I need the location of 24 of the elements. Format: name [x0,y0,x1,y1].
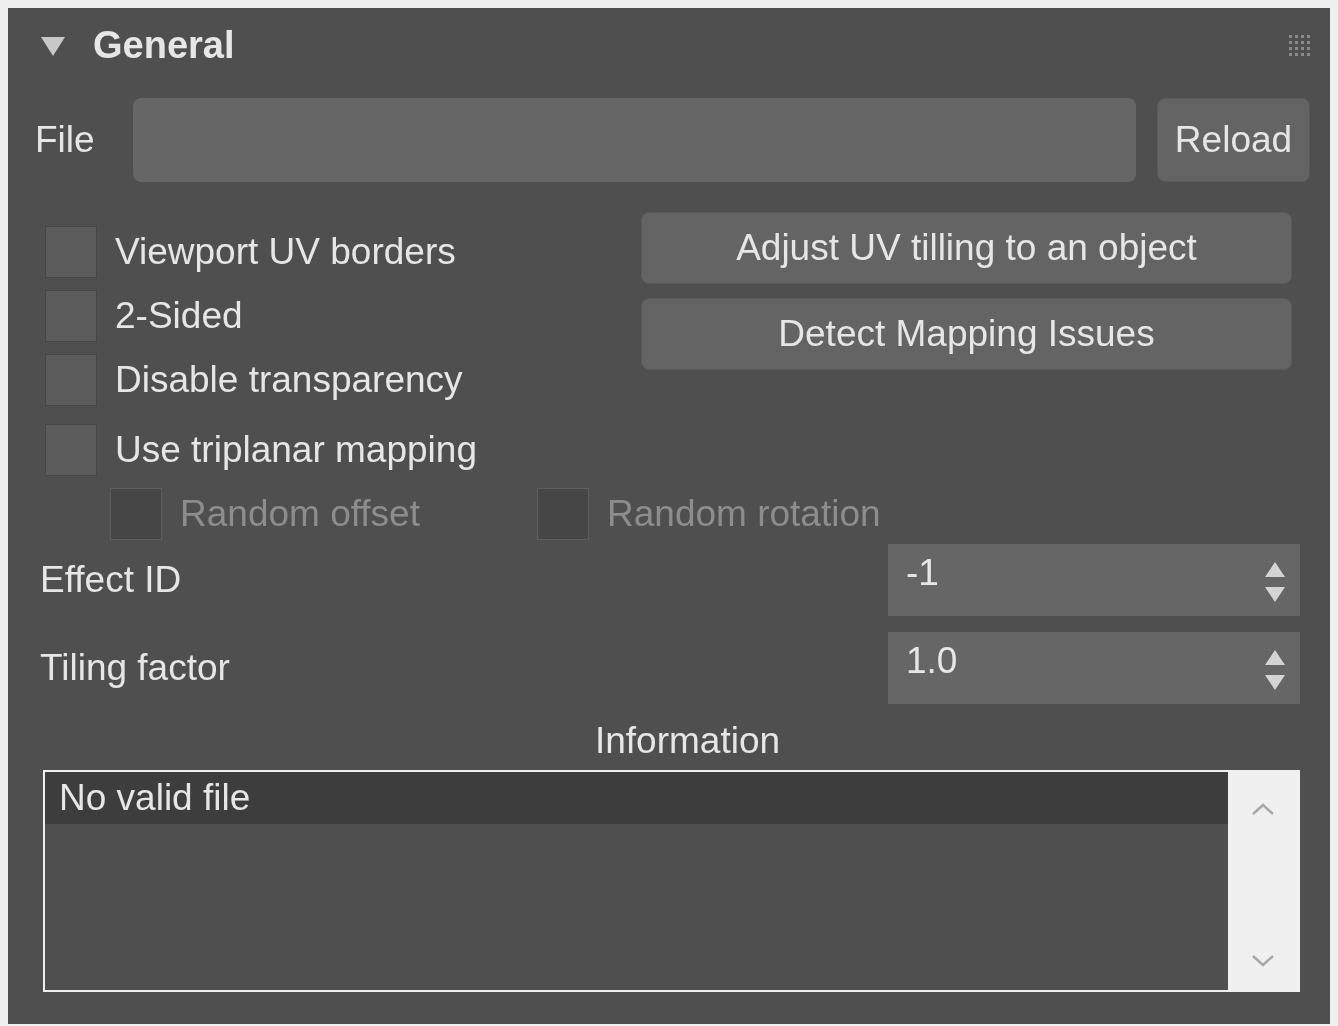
checkbox-label: Random rotation [607,493,881,535]
scrollbar[interactable] [1228,772,1298,990]
section-title: Information [593,719,782,763]
spinner-arrows-icon[interactable] [1264,560,1286,604]
scroll-down-icon[interactable] [1251,954,1275,968]
spinner-field[interactable]: 1.0 [888,632,1300,704]
spinner-label: Tiling factor [40,647,230,689]
reload-button[interactable]: Reload [1157,98,1310,182]
scroll-up-icon[interactable] [1251,802,1275,816]
checkbox-label: Viewport UV borders [115,231,456,273]
action-button[interactable]: Detect Mapping Issues [641,298,1292,370]
checkbox-label: Random offset [180,493,420,535]
action-button[interactable]: Adjust UV tilling to an object [641,212,1292,284]
panel-title: General [93,24,236,67]
checkbox-label: Use triplanar mapping [115,429,477,471]
file-label: File [35,119,96,161]
checkbox-label: Disable transparency [115,359,463,401]
spinner-label: Effect ID [40,559,182,601]
grip-icon[interactable] [1289,35,1310,56]
list-item[interactable]: No valid file [45,772,1228,824]
collapse-icon[interactable] [40,34,66,57]
spinner-field[interactable]: -1 [888,544,1300,616]
spinner-arrows-icon[interactable] [1264,648,1286,692]
checkbox-label: 2-Sided [115,295,243,337]
